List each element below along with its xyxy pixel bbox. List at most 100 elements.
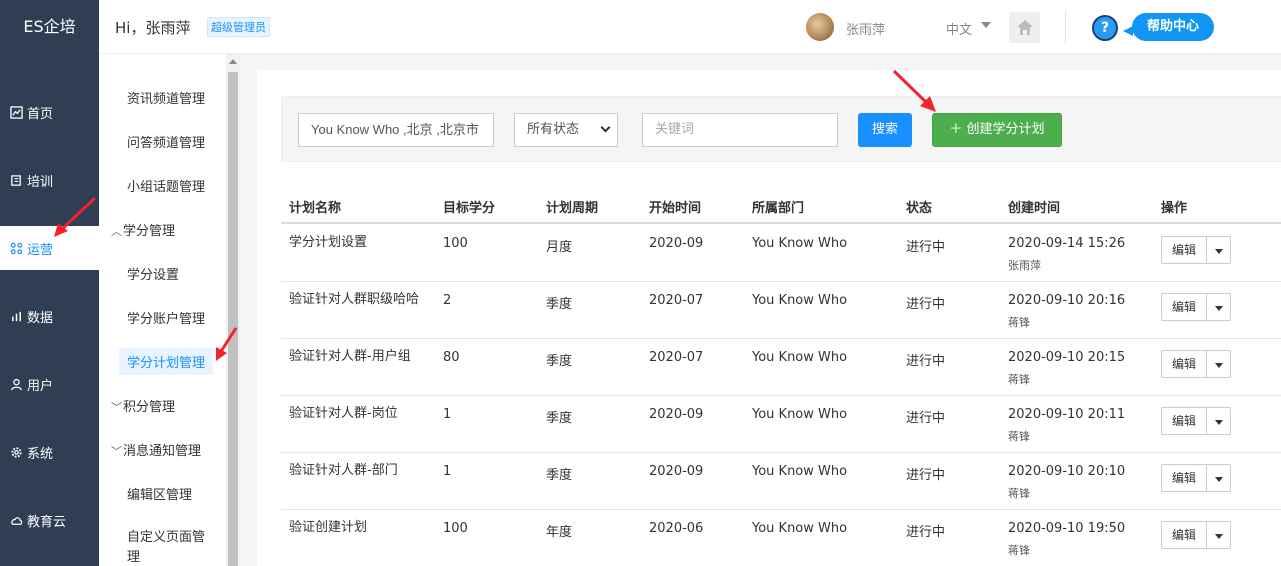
- sidebar-item-custom-page[interactable]: 自定义页面管理: [127, 528, 217, 566]
- sidebar-group-points[interactable]: ﹀积分管理: [111, 396, 175, 415]
- actions-dropdown-toggle[interactable]: [1207, 407, 1231, 435]
- department: You Know Who: [752, 293, 848, 308]
- plan-cycle: 年度: [546, 525, 573, 540]
- status: 进行中: [906, 468, 946, 483]
- actions-dropdown-toggle[interactable]: [1207, 350, 1231, 378]
- created-time: 2020-09-10 20:16: [1008, 293, 1126, 308]
- creator: 张雨萍: [1008, 259, 1041, 272]
- main-content: You Know Who ,北京 ,北京市 所有状态 关键词 搜索 ＋ 创建学分…: [257, 70, 1281, 566]
- language-selector[interactable]: 中文: [946, 19, 972, 38]
- creator: 蒋锋: [1008, 316, 1030, 329]
- creator: 蒋锋: [1008, 430, 1030, 443]
- department-input[interactable]: You Know Who ,北京 ,北京市: [298, 113, 494, 147]
- plan-name: 验证创建计划: [289, 520, 368, 535]
- role-badge: 超级管理员: [207, 17, 270, 37]
- plan-cycle: 月度: [546, 240, 573, 255]
- column-header: 计划名称: [289, 201, 342, 216]
- group-label: 积分管理: [123, 400, 176, 415]
- column-header: 创建时间: [1008, 201, 1061, 216]
- target-credit: 2: [443, 293, 452, 308]
- nav-label: 首页: [27, 106, 54, 122]
- sidebar-item-edit-area[interactable]: 编辑区管理: [127, 484, 192, 503]
- department: You Know Who: [752, 521, 848, 536]
- column-header: 状态: [906, 201, 933, 216]
- avatar[interactable]: [806, 13, 834, 41]
- actions-dropdown-toggle[interactable]: [1207, 236, 1231, 264]
- plan-name: 学分计划设置: [289, 235, 368, 250]
- edit-button[interactable]: 编辑: [1161, 521, 1207, 549]
- nav-item-data[interactable]: 数据: [0, 294, 99, 338]
- sidebar-group-credit[interactable]: ︿学分管理: [111, 220, 175, 239]
- table-row: 验证针对人群职级哈哈 2 季度 2020-07 You Know Who 进行中…: [281, 282, 1281, 339]
- edit-button[interactable]: 编辑: [1161, 350, 1207, 378]
- create-credit-plan-button[interactable]: ＋ 创建学分计划: [932, 113, 1062, 147]
- chevron-down-icon[interactable]: [981, 22, 991, 28]
- column-header: 计划周期: [546, 201, 599, 216]
- nav-item-home[interactable]: 首页: [0, 90, 99, 134]
- help-center-button[interactable]: 帮助中心: [1132, 13, 1214, 41]
- target-credit: 80: [443, 350, 460, 365]
- nav-item-operation[interactable]: 运营: [0, 226, 99, 270]
- search-button[interactable]: 搜索: [858, 113, 912, 147]
- sidebar-group-notice[interactable]: ﹀消息通知管理: [111, 440, 201, 459]
- edit-button[interactable]: 编辑: [1161, 407, 1207, 435]
- nav-item-cloud[interactable]: 教育云: [0, 498, 99, 542]
- help-question-icon[interactable]: ?: [1092, 15, 1118, 41]
- home-button[interactable]: [1009, 12, 1040, 43]
- edit-button[interactable]: 编辑: [1161, 464, 1207, 492]
- nav-label: 用户: [27, 378, 54, 394]
- status: 进行中: [906, 525, 946, 540]
- nav-label: 系统: [27, 446, 54, 462]
- group-label: 消息通知管理: [123, 444, 202, 459]
- start-time: 2020-07: [649, 350, 704, 365]
- status-select[interactable]: 所有状态: [514, 113, 618, 147]
- home-icon: [1016, 20, 1033, 35]
- plan-name: 验证针对人群职级哈哈: [289, 292, 420, 307]
- sidebar-item-credit-accounts[interactable]: 学分账户管理: [127, 308, 205, 327]
- status: 进行中: [906, 240, 946, 255]
- sidebar-item-news-channel[interactable]: 资讯频道管理: [127, 88, 205, 107]
- app-logo[interactable]: ES企培: [0, 0, 99, 54]
- sidebar-item-credit-plans[interactable]: 学分计划管理: [119, 348, 214, 375]
- actions-dropdown-toggle[interactable]: [1207, 293, 1231, 321]
- keyword-input[interactable]: 关键词: [642, 113, 838, 147]
- status-select-value: 所有状态: [527, 122, 580, 137]
- edit-button[interactable]: 编辑: [1161, 236, 1207, 264]
- target-credit: 1: [443, 464, 452, 479]
- nav-item-system[interactable]: 系统: [0, 430, 99, 474]
- sidebar-item-qa-channel[interactable]: 问答频道管理: [127, 132, 205, 151]
- sidebar-item-group-topic[interactable]: 小组话题管理: [127, 176, 205, 195]
- creator: 蒋锋: [1008, 487, 1030, 500]
- actions-dropdown-toggle[interactable]: [1207, 464, 1231, 492]
- nav-label: 运营: [27, 242, 54, 258]
- column-header: 开始时间: [649, 201, 702, 216]
- nav-item-training[interactable]: 培训: [0, 158, 99, 202]
- chart-icon: [9, 309, 23, 323]
- plan-name: 验证针对人群-岗位: [289, 406, 398, 421]
- table-row: 验证针对人群-部门 1 季度 2020-09 You Know Who 进行中 …: [281, 453, 1281, 510]
- scroll-up-icon[interactable]: [229, 59, 237, 64]
- row-actions: 编辑: [1161, 407, 1231, 435]
- filter-bar: You Know Who ,北京 ,北京市 所有状态 关键词 搜索 ＋ 创建学分…: [281, 96, 1281, 162]
- nav-label: 教育云: [27, 514, 67, 530]
- status: 进行中: [906, 411, 946, 426]
- table-row: 验证针对人群-用户组 80 季度 2020-07 You Know Who 进行…: [281, 339, 1281, 396]
- department: You Know Who: [752, 236, 848, 251]
- status: 进行中: [906, 354, 946, 369]
- sidebar-scrollbar[interactable]: [226, 54, 240, 566]
- user-name[interactable]: 张雨萍: [846, 19, 885, 38]
- scroll-thumb[interactable]: [228, 72, 238, 566]
- actions-dropdown-toggle[interactable]: [1207, 521, 1231, 549]
- chevron-down-icon: [600, 122, 611, 133]
- department: You Know Who: [752, 407, 848, 422]
- sidebar-item-credit-settings[interactable]: 学分设置: [127, 264, 179, 283]
- plan-cycle: 季度: [546, 411, 573, 426]
- top-header: Hi，张雨萍 超级管理员 张雨萍 中文 ? 帮助中心: [99, 0, 1281, 54]
- status: 进行中: [906, 297, 946, 312]
- start-time: 2020-09: [649, 236, 704, 251]
- row-actions: 编辑: [1161, 293, 1231, 321]
- left-nav: ES企培 首页 培训 运营 数据 用户 系统 教育云: [0, 0, 99, 566]
- edit-button[interactable]: 编辑: [1161, 293, 1207, 321]
- nav-item-user[interactable]: 用户: [0, 362, 99, 406]
- target-credit: 100: [443, 236, 468, 251]
